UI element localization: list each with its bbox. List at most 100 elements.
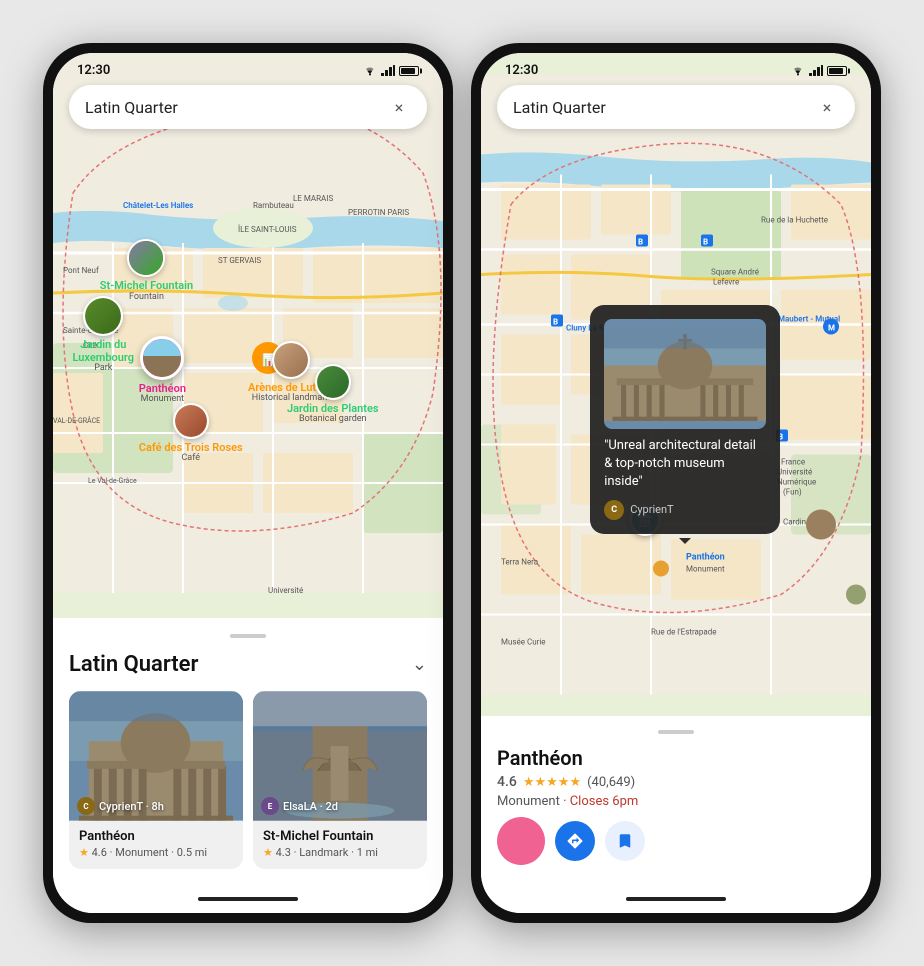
- star-icon: ★: [79, 846, 89, 859]
- pantheon-popup-image: [604, 319, 766, 429]
- user-avatar-cyprien: C: [77, 797, 95, 815]
- stars-row: ★ ★ ★ ★ ★: [523, 775, 581, 790]
- star-5: ★: [569, 775, 581, 790]
- user-avatar-elsa: E: [261, 797, 279, 815]
- home-bar-left: [53, 885, 443, 913]
- bookmark-button[interactable]: [605, 821, 645, 861]
- svg-text:Terra Nera: Terra Nera: [501, 558, 538, 567]
- search-input-left[interactable]: Latin Quarter: [85, 98, 387, 117]
- pin-cafe[interactable]: Café des Trois Roses Café: [139, 403, 243, 464]
- star-4: ★: [558, 775, 570, 790]
- svg-text:LE MARAIS: LE MARAIS: [293, 194, 333, 203]
- status-time-right: 12:30: [505, 63, 538, 78]
- popup-image: [604, 319, 766, 429]
- review-avatar: C: [604, 500, 624, 520]
- search-input-right[interactable]: Latin Quarter: [513, 98, 815, 117]
- panel-rating: 4.6: [497, 774, 517, 790]
- wifi-icon: [363, 65, 377, 76]
- user-time-st-michel: ElsaLA · 2d: [283, 800, 338, 813]
- status-bar-left: 12:30: [53, 53, 443, 82]
- wifi-icon-right: [791, 65, 805, 76]
- status-icons-right: [791, 65, 847, 76]
- card-user-badge-pantheon: C CyprienT · 8h: [77, 797, 164, 815]
- svg-text:Square André: Square André: [711, 268, 759, 277]
- svg-text:Châtelet-Les Halles: Châtelet-Les Halles: [123, 201, 193, 210]
- pin-pantheon-left[interactable]: Panthéon Monument: [139, 336, 186, 405]
- bottom-panel-right: Panthéon 4.6 ★ ★ ★ ★ ★ (40,649) Monument…: [481, 716, 871, 885]
- svg-text:Le Val-de-Grâce: Le Val-de-Grâce: [88, 477, 137, 485]
- panel-actions: [497, 817, 855, 865]
- pin-sublabel-cafe: Café: [181, 454, 200, 464]
- card-type-pantheon: Monument: [115, 846, 168, 859]
- panel-review-count: (40,649): [587, 775, 635, 790]
- svg-text:ST GERVAIS: ST GERVAIS: [218, 256, 261, 265]
- pin-label-pantheon-left: Panthéon: [139, 382, 186, 395]
- user-time-pantheon: CyprienT · 8h: [99, 800, 164, 813]
- pin-jardin-lux[interactable]: Jardin duLuxembourg Park: [73, 296, 135, 374]
- pin-sublabel-st-michel: Fountain: [129, 293, 164, 303]
- pin-st-michel[interactable]: St-Michel Fountain Fountain: [100, 239, 193, 302]
- pin-sublabel-pantheon-left: Monument: [141, 395, 185, 405]
- pin-sublabel-jardin-plantes: Botanical garden: [299, 415, 367, 425]
- navigate-button[interactable]: [555, 821, 595, 861]
- card-info-st-michel: St-Michel Fountain ★ 4.3 · Landmark · 1 …: [253, 821, 427, 869]
- map-right[interactable]: M M B B B B Rue de la Huchette Square An…: [481, 53, 871, 716]
- pin-jardin-plantes[interactable]: Jardin des Plantes Botanical garden: [287, 364, 379, 425]
- svg-text:VAL-DE-GRÂCE: VAL-DE-GRÂCE: [53, 416, 100, 425]
- map-left[interactable]: ÎLE SAINT-LOUIS Châtelet-Les Halles Ramb…: [53, 53, 443, 618]
- panel-type-label: Monument: [497, 794, 560, 809]
- svg-text:PERROTIN PARIS: PERROTIN PARIS: [348, 208, 409, 217]
- status-bar-right: 12:30: [481, 53, 871, 82]
- panel-place-name: Panthéon: [497, 746, 855, 770]
- svg-text:B: B: [638, 238, 643, 247]
- card-st-michel[interactable]: E ElsaLA · 2d St-Michel Fountain ★ 4.3 ·…: [253, 691, 427, 869]
- svg-text:ÎLE SAINT-LOUIS: ÎLE SAINT-LOUIS: [237, 225, 297, 234]
- close-button-right[interactable]: ×: [815, 95, 839, 119]
- panel-handle-right: [658, 730, 694, 734]
- card-meta-pantheon: ★ 4.6 · Monument · 0.5 mi: [79, 846, 233, 859]
- card-image-pantheon: C CyprienT · 8h: [69, 691, 243, 821]
- svg-text:Maubert - Mutual: Maubert - Mutual: [778, 315, 840, 324]
- close-button-left[interactable]: ×: [387, 95, 411, 119]
- pin-sublabel-jardin-lux: Park: [94, 364, 112, 374]
- bookmark-icon: [616, 832, 634, 850]
- svg-text:Monument: Monument: [686, 565, 725, 574]
- user-avatar-action[interactable]: [497, 817, 545, 865]
- search-bar-left[interactable]: Latin Quarter ×: [69, 85, 427, 129]
- pin-label-jardin-lux: Jardin duLuxembourg: [73, 338, 135, 364]
- card-distance-pantheon: 0.5 mi: [177, 846, 207, 859]
- star-2: ★: [534, 775, 546, 790]
- navigate-icon: [566, 832, 584, 850]
- card-pantheon[interactable]: C CyprienT · 8h Panthéon ★ 4.6 · Monumen…: [69, 691, 243, 869]
- panel-meta: 4.6 ★ ★ ★ ★ ★ (40,649): [497, 774, 855, 790]
- chevron-down-icon[interactable]: ⌄: [412, 654, 427, 675]
- svg-text:Rambuteau: Rambuteau: [253, 201, 294, 210]
- svg-text:Rue de la Huchette: Rue de la Huchette: [761, 216, 828, 225]
- card-distance-st-michel: 1 mi: [357, 846, 378, 859]
- review-username: CyprienT: [630, 503, 673, 516]
- card-info-pantheon: Panthéon ★ 4.6 · Monument · 0.5 mi: [69, 821, 243, 869]
- card-rating-st-michel: 4.3: [276, 846, 291, 859]
- star-1: ★: [523, 775, 535, 790]
- right-phone: 12:30: [471, 43, 881, 923]
- card-user-badge-st-michel: E ElsaLA · 2d: [261, 797, 338, 815]
- svg-text:B: B: [553, 318, 558, 327]
- svg-text:Lefevre: Lefevre: [713, 278, 739, 287]
- svg-text:France: France: [781, 458, 805, 467]
- card-name-st-michel: St-Michel Fountain: [263, 829, 417, 844]
- svg-text:B: B: [703, 238, 708, 247]
- svg-text:M: M: [828, 324, 835, 333]
- separator: ·: [563, 794, 570, 809]
- svg-text:Rue de l'Estrapade: Rue de l'Estrapade: [651, 628, 716, 637]
- star-3: ★: [546, 775, 558, 790]
- cards-row: C CyprienT · 8h Panthéon ★ 4.6 · Monumen…: [69, 691, 427, 869]
- star-icon-2: ★: [263, 846, 273, 859]
- panel-type-info: Monument · Closes 6pm: [497, 794, 855, 809]
- search-bar-right[interactable]: Latin Quarter ×: [497, 85, 855, 129]
- review-user: C CyprienT: [604, 500, 766, 520]
- review-quote: "Unreal architectural detail & top-notch…: [604, 437, 766, 492]
- card-rating-pantheon: 4.6: [92, 846, 107, 859]
- card-name-pantheon: Panthéon: [79, 829, 233, 844]
- signal-icon-right: [809, 65, 823, 76]
- svg-text:Musée Curie: Musée Curie: [501, 638, 546, 647]
